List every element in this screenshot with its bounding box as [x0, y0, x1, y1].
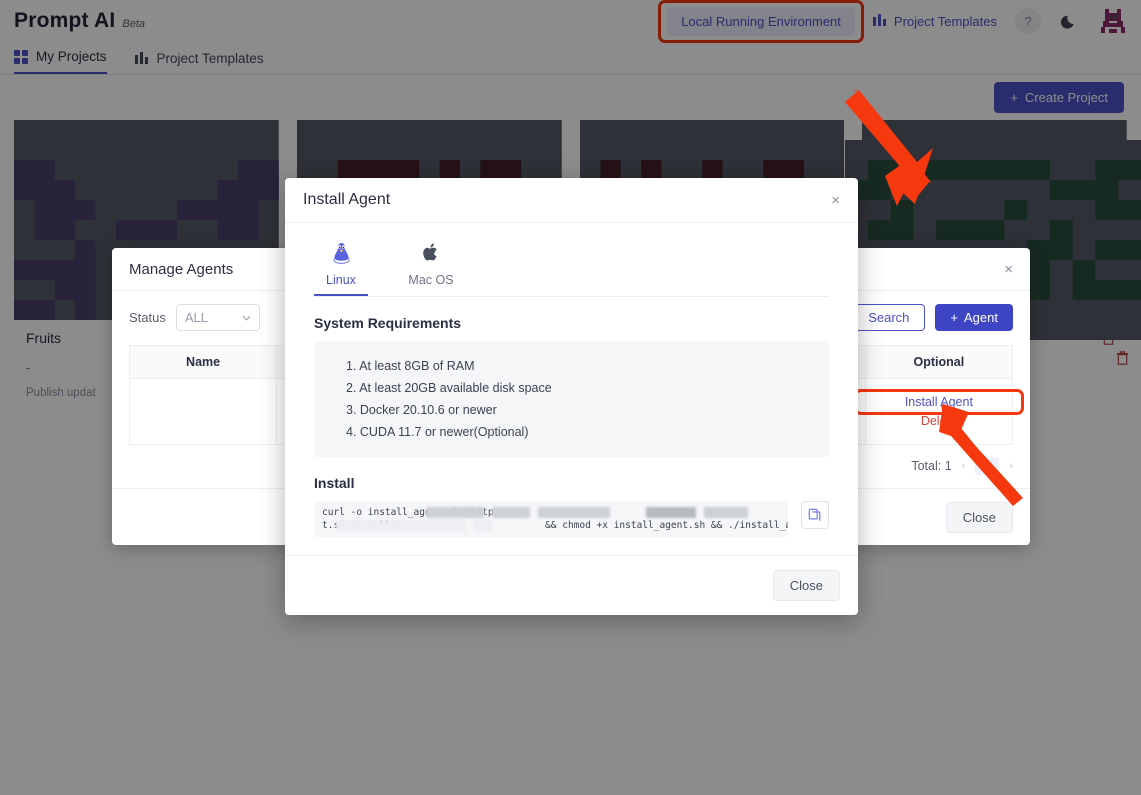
install-command-box[interactable]: curl -o install_agent.sh "https:// _a t.… [314, 501, 788, 537]
redaction-block [704, 507, 748, 518]
delete-agent-link[interactable]: Delete [866, 414, 1012, 428]
system-requirements-list: 1. At least 8GB of RAM 2. At least 20GB … [314, 341, 829, 457]
install-agent-header: Install Agent × [285, 178, 858, 223]
status-filter-value: ALL [184, 310, 208, 325]
close-icon[interactable]: × [831, 192, 840, 209]
add-agent-label: Agent [964, 310, 998, 325]
install-agent-dialog: Install Agent × Linux Mac OS System Requ… [285, 178, 858, 615]
page-number-1[interactable]: 1 [975, 457, 1000, 475]
total-count-label: Total: 1 [911, 459, 952, 473]
linux-penguin-icon [331, 241, 352, 269]
agents-col-name: Name [128, 345, 278, 379]
agent-name-cell [128, 378, 278, 445]
tab-macos[interactable]: Mac OS [404, 241, 458, 296]
add-agent-button[interactable]: + Agent [935, 304, 1013, 331]
install-agent-title: Install Agent [303, 191, 391, 208]
tab-linux-label: Linux [326, 273, 356, 287]
redaction-block [426, 507, 484, 518]
close-icon[interactable]: × [1004, 261, 1013, 278]
redaction-block [538, 507, 610, 518]
status-filter-select[interactable]: ALL [175, 304, 260, 331]
search-button[interactable]: Search [852, 304, 926, 331]
install-agent-body: Linux Mac OS System Requirements 1. At l… [285, 223, 858, 555]
redaction-block [336, 520, 466, 531]
requirement-item: 4. CUDA 11.7 or newer(Optional) [346, 425, 529, 439]
requirement-item: 3. Docker 20.10.6 or newer [346, 403, 497, 417]
redaction-block [492, 507, 530, 518]
status-filter-label: Status [129, 310, 166, 325]
chevron-down-icon [242, 313, 251, 323]
agent-optional-cell: Install Agent Delete [853, 378, 1024, 445]
install-heading: Install [314, 475, 355, 491]
os-tabs: Linux Mac OS [314, 241, 829, 297]
system-requirements-heading: System Requirements [314, 315, 462, 331]
install-agent-footer: Close [285, 555, 858, 615]
manage-agents-close-button[interactable]: Close [945, 501, 1013, 533]
manage-agents-title: Manage Agents [129, 260, 234, 278]
install-command-row: curl -o install_agent.sh "https:// _a t.… [314, 501, 829, 537]
requirement-item: 2. At least 20GB available disk space [346, 381, 552, 395]
install-agent-label: Install Agent [904, 395, 973, 409]
install-agent-close-button[interactable]: Close [772, 570, 840, 601]
install-agent-link[interactable]: Install Agent [853, 389, 1024, 415]
copy-command-button[interactable] [801, 501, 829, 529]
plus-icon: + [950, 310, 959, 325]
prev-page-button[interactable]: ‹ [962, 460, 966, 472]
requirement-item: 1. At least 8GB of RAM [346, 359, 475, 373]
tab-macos-label: Mac OS [408, 273, 454, 287]
redaction-block [646, 507, 696, 518]
tab-linux[interactable]: Linux [314, 241, 368, 296]
agents-col-optional: Optional [864, 345, 1014, 379]
redaction-block [474, 520, 492, 531]
apple-icon [421, 241, 442, 269]
copy-icon [808, 508, 821, 521]
next-page-button[interactable]: › [1009, 460, 1013, 472]
